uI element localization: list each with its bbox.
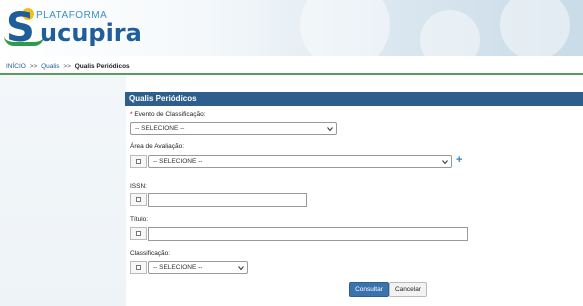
area-checkbox[interactable] xyxy=(130,155,147,168)
consultar-button[interactable]: Consultar xyxy=(349,282,389,297)
add-area-plus-icon[interactable]: + xyxy=(456,155,462,166)
evento-label-text: Evento de Classificação: xyxy=(134,111,206,118)
classificacao-select-value: -- SELECIONE -- xyxy=(153,264,203,271)
left-background xyxy=(0,75,126,306)
chevron-down-icon xyxy=(238,266,244,271)
sucupira-logo[interactable]: S PLATAFORMA ucupira xyxy=(4,6,142,52)
evento-select[interactable]: -- SELECIONE -- xyxy=(130,122,337,135)
titulo-input[interactable] xyxy=(148,227,468,241)
logo-swoosh-icon xyxy=(4,36,44,46)
decorative-bubble xyxy=(300,0,390,56)
site-header: S PLATAFORMA ucupira xyxy=(0,0,583,56)
classificacao-select[interactable]: -- SELECIONE -- xyxy=(148,261,248,274)
logo-name-text: ucupira xyxy=(40,19,142,47)
checkbox-icon xyxy=(136,197,141,202)
checkbox-icon xyxy=(136,159,141,164)
area-label: Área de Avaliação: xyxy=(130,143,185,150)
chevron-down-icon xyxy=(327,127,333,132)
area-select[interactable]: -- SELECIONE -- xyxy=(148,155,452,168)
required-mark: * xyxy=(130,111,133,118)
breadcrumb-home-link[interactable]: INÍCIO xyxy=(6,63,26,70)
evento-select-value: -- SELECIONE -- xyxy=(135,125,185,132)
issn-input[interactable] xyxy=(148,193,307,207)
breadcrumb: INÍCIO >> Qualis >> Qualis Periódicos xyxy=(6,63,130,70)
breadcrumb-separator: >> xyxy=(29,63,38,70)
classificacao-checkbox[interactable] xyxy=(130,261,147,274)
issn-checkbox[interactable] xyxy=(130,193,147,206)
evento-label: * Evento de Classificação: xyxy=(130,111,206,118)
breadcrumb-separator: >> xyxy=(63,63,71,70)
cancelar-button[interactable]: Cancelar xyxy=(389,282,427,297)
chevron-down-icon xyxy=(442,160,448,165)
classificacao-label: Classificação: xyxy=(130,250,171,257)
decorative-bubble xyxy=(420,10,480,56)
breadcrumb-current: Qualis Periódicos xyxy=(74,63,130,70)
decorative-bubble xyxy=(500,0,570,56)
checkbox-icon xyxy=(136,265,141,270)
checkbox-icon xyxy=(136,231,141,236)
panel-title: Qualis Periódicos xyxy=(125,92,583,106)
titulo-label: Título: xyxy=(130,216,149,223)
titulo-checkbox[interactable] xyxy=(130,227,147,240)
issn-label: ISSN: xyxy=(130,183,147,190)
breadcrumb-qualis-link[interactable]: Qualis xyxy=(41,63,59,70)
area-select-value: -- SELECIONE -- xyxy=(153,158,203,165)
